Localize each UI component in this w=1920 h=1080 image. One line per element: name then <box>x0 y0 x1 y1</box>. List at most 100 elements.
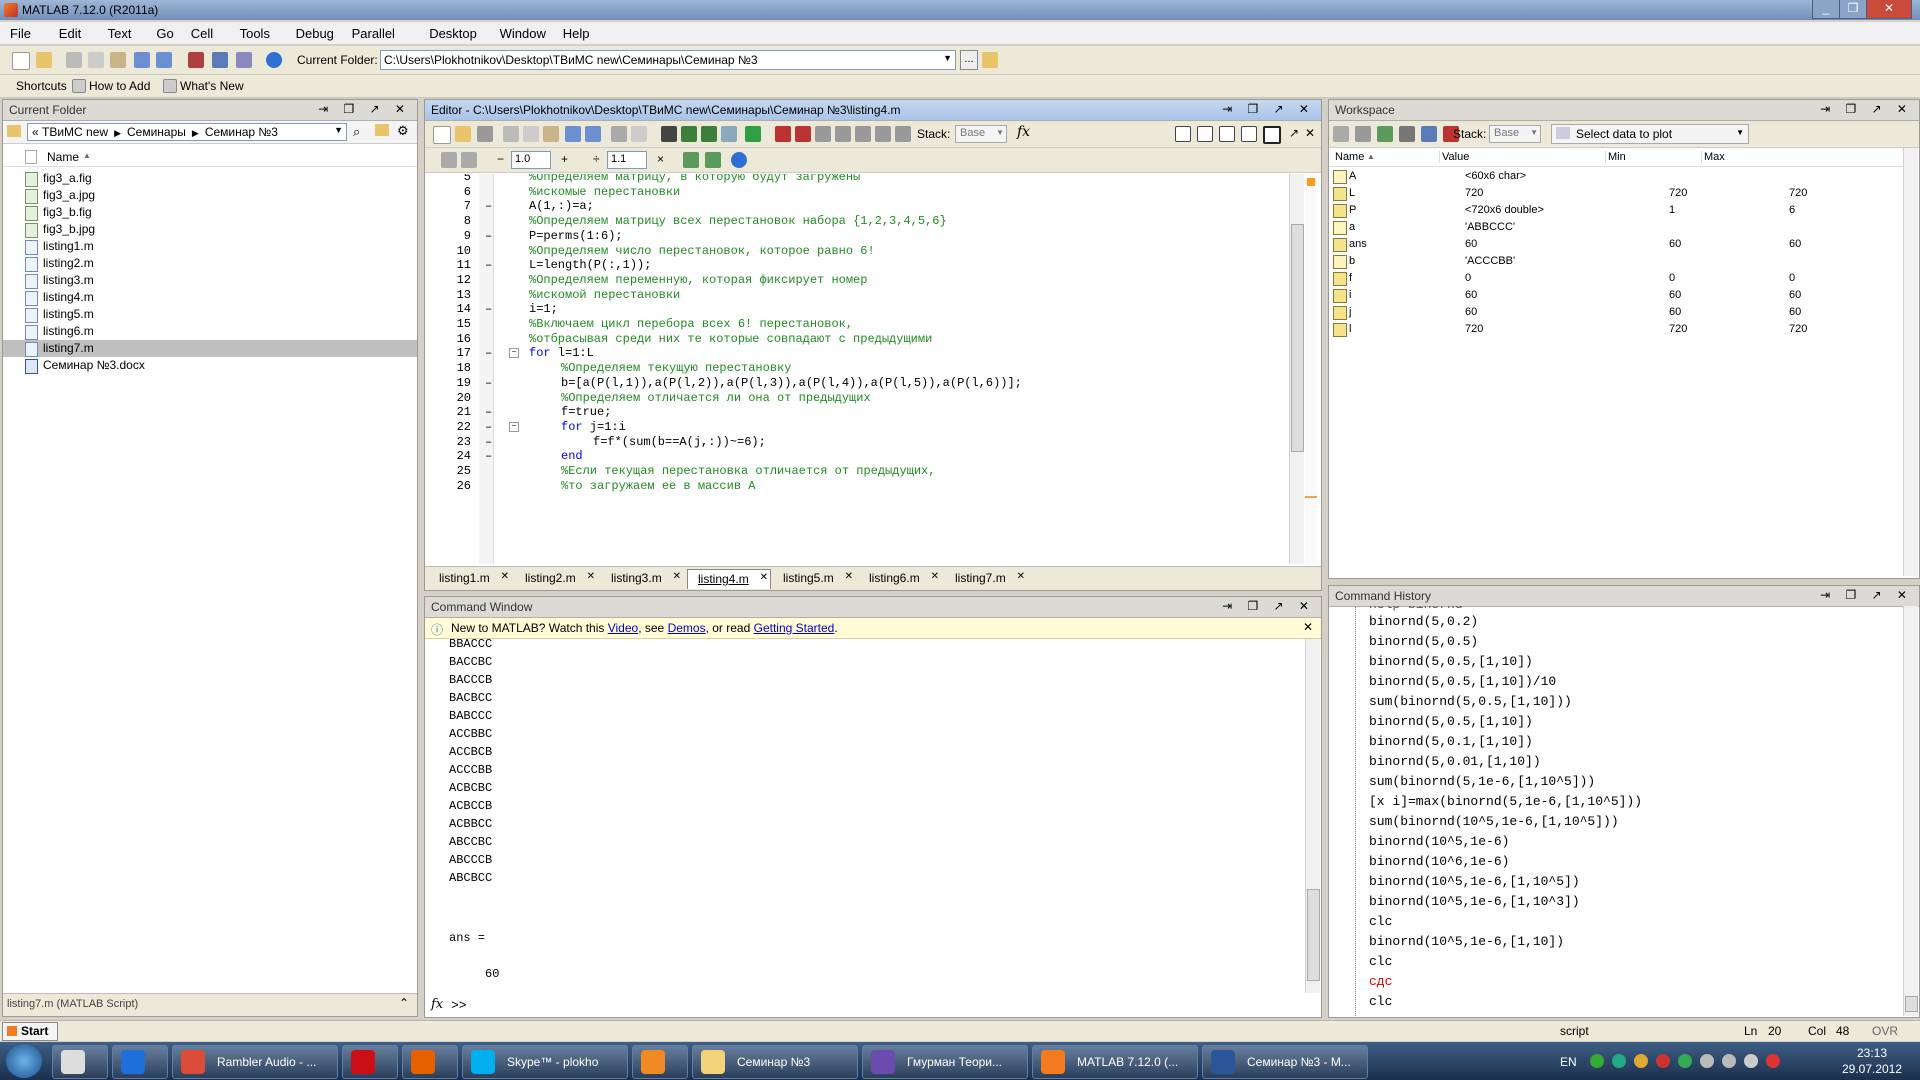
file-item[interactable]: listing6.m <box>3 323 417 340</box>
file-item[interactable]: listing3.m <box>3 272 417 289</box>
workspace-variable[interactable]: a 'ABBCCC' <box>1329 219 1883 236</box>
taskbar-button[interactable] <box>342 1045 398 1079</box>
close-button[interactable]: ✕ <box>1866 0 1912 19</box>
network-icon[interactable] <box>1722 1054 1736 1068</box>
taskbar-button[interactable] <box>402 1045 458 1079</box>
file-item[interactable]: listing2.m <box>3 255 417 272</box>
tray-icon[interactable] <box>1656 1054 1670 1068</box>
code-line[interactable]: 13 %искомой перестановки <box>425 288 1287 303</box>
taskbar-button[interactable]: MATLAB 7.12.0 (... <box>1032 1045 1198 1079</box>
breakpoint-dash[interactable]: – <box>485 199 492 213</box>
editor-tab[interactable]: listing2.m ✕ <box>515 569 597 588</box>
code-line[interactable]: 12 %Определяем переменную, которая фиксир… <box>425 273 1287 288</box>
code-line[interactable]: 14– i=1; <box>425 302 1287 317</box>
taskbar-button[interactable]: Гмурман Теори... <box>862 1045 1028 1079</box>
column-value[interactable]: Value <box>1439 151 1469 163</box>
panel-controls[interactable]: ⇥ ❐ ↗ ✕ <box>1820 588 1913 602</box>
history-item[interactable]: sum(binornd(5,1e-6,[1,10^5])) <box>1369 774 1595 789</box>
command-scrollbar[interactable] <box>1305 639 1320 993</box>
file-item[interactable]: Семинар №3.docx <box>3 357 417 374</box>
command-prompt-line[interactable]: fx >> <box>425 995 1301 1015</box>
scroll-thumb[interactable] <box>1905 996 1918 1012</box>
split-vertical-icon[interactable] <box>1197 126 1213 142</box>
tray-icon[interactable] <box>1634 1054 1648 1068</box>
code-line[interactable]: 22– − for j=1:i <box>425 420 1287 435</box>
guide-icon[interactable] <box>212 52 228 68</box>
file-item[interactable]: fig3_b.fig <box>3 204 417 221</box>
history-item[interactable]: sum(binornd(10^5,1e-6,[1,10^5])) <box>1369 814 1619 829</box>
undo-icon[interactable] <box>134 52 150 68</box>
column-max[interactable]: Max <box>1701 151 1725 163</box>
print-icon[interactable] <box>611 126 627 142</box>
code-line[interactable]: 26 %то загружаем ее в массив A <box>425 479 1287 494</box>
indent-icon[interactable] <box>631 126 647 142</box>
history-item[interactable]: binornd(10^6,1e-6) <box>1369 854 1509 869</box>
workspace-variable[interactable]: ans 60 60 60 <box>1329 236 1883 253</box>
chevron-down-icon[interactable]: ▼ <box>996 128 1004 137</box>
browse-folder-button[interactable]: ... <box>960 50 978 70</box>
language-indicator[interactable]: EN <box>1560 1055 1577 1069</box>
code-line[interactable]: 15 %Включаем цикл перебора всех 6! перест… <box>425 317 1287 332</box>
print-icon[interactable] <box>1421 126 1437 142</box>
panel-controls[interactable]: ⇥ ❐ ↗ ✕ <box>1222 599 1315 613</box>
clock-date[interactable]: 29.07.2012 <box>1834 1062 1910 1076</box>
panel-controls[interactable]: ⇥ ❐ ↗ ✕ <box>318 102 411 116</box>
code-line[interactable]: 5 %Определяем матрицу, в которую будут за… <box>425 174 1287 185</box>
whats-new-link[interactable]: What's New <box>180 79 244 93</box>
scroll-thumb[interactable] <box>1307 889 1320 981</box>
code-area[interactable]: 5 %Определяем матрицу, в которую будут за… <box>425 174 1287 564</box>
taskbar-button[interactable]: Rambler Audio - ... <box>172 1045 338 1079</box>
breakpoint-dash[interactable]: – <box>485 229 492 243</box>
close-tab-icon[interactable]: ✕ <box>673 571 681 582</box>
copy-icon[interactable] <box>88 52 104 68</box>
search-icon[interactable]: ⌕ <box>353 124 360 140</box>
editor-scrollbar[interactable] <box>1289 174 1304 564</box>
function-browser-icon[interactable] <box>721 126 737 142</box>
redo-icon[interactable] <box>156 52 172 68</box>
step-out-icon[interactable] <box>855 126 871 142</box>
breadcrumb-item[interactable]: Семинары <box>127 125 186 139</box>
file-item[interactable]: listing5.m <box>3 306 417 323</box>
history-item[interactable]: [x i]=max(binornd(5,1e-6,[1,10^5])) <box>1369 794 1642 809</box>
file-item[interactable]: fig3_b.jpg <box>3 221 417 238</box>
column-name-header[interactable]: Name <box>47 150 79 164</box>
save-icon[interactable] <box>477 126 493 142</box>
code-line[interactable]: 24– end <box>425 449 1287 464</box>
code-line[interactable]: 20 %Определяем отличается ли она от преды… <box>425 391 1287 406</box>
import-data-icon[interactable] <box>1377 126 1393 142</box>
history-item[interactable]: sum(binornd(5,0.5,[1,10])) <box>1369 694 1572 709</box>
cell-eval-icon[interactable] <box>461 152 477 168</box>
cell-minus-button[interactable]: − <box>497 152 504 166</box>
fold-toggle-icon[interactable]: − <box>509 421 519 432</box>
tray-icon[interactable] <box>1590 1054 1604 1068</box>
cell-multiply-button[interactable]: × <box>657 152 664 166</box>
chevron-down-icon[interactable]: ▼ <box>1530 128 1538 137</box>
copy-icon[interactable] <box>523 126 539 142</box>
cell-divide-button[interactable]: ÷ <box>593 152 600 166</box>
exit-debug-icon[interactable] <box>895 126 911 142</box>
workspace-variable[interactable]: b 'ACCCBB' <box>1329 253 1883 270</box>
back-icon[interactable] <box>681 126 697 142</box>
workspace-variable[interactable]: L 720 720 720 <box>1329 185 1883 202</box>
breadcrumb-box[interactable]: « ТВиМС new ▶ Семинары ▶ Семинар №3 ▼ <box>27 123 347 141</box>
history-scrollbar[interactable] <box>1903 606 1918 1016</box>
history-item[interactable]: binornd(10^5,1e-6,[1,10]) <box>1369 934 1564 949</box>
code-line[interactable]: 10 %Определяем число перестановок, которо… <box>425 244 1287 259</box>
forward-icon[interactable] <box>701 126 717 142</box>
chevron-down-icon[interactable]: ▼ <box>943 53 952 63</box>
workspace-variable[interactable]: P <720x6 double> 1 6 <box>1329 202 1883 219</box>
breakpoint-dash[interactable]: – <box>485 420 492 434</box>
new-variable-icon[interactable] <box>1333 126 1349 142</box>
menu-parallel[interactable]: Parallel <box>352 26 395 41</box>
file-item[interactable]: listing1.m <box>3 238 417 255</box>
code-line[interactable]: 8 %Определяем матрицу всех перестановок н… <box>425 214 1287 229</box>
code-line[interactable]: 6 %искомые перестановки <box>425 185 1287 200</box>
taskbar-button[interactable] <box>52 1045 108 1079</box>
breadcrumb-item[interactable]: Семинар №3 <box>205 125 278 139</box>
breakpoint-dash[interactable]: – <box>485 258 492 272</box>
cell-mode-off-icon[interactable] <box>705 152 721 168</box>
warning-indicator[interactable] <box>1307 178 1315 186</box>
column-min[interactable]: Min <box>1605 151 1626 163</box>
start-button[interactable]: Start <box>2 1022 58 1041</box>
panel-controls[interactable]: ⇥ ❐ ↗ ✕ <box>1820 102 1913 116</box>
